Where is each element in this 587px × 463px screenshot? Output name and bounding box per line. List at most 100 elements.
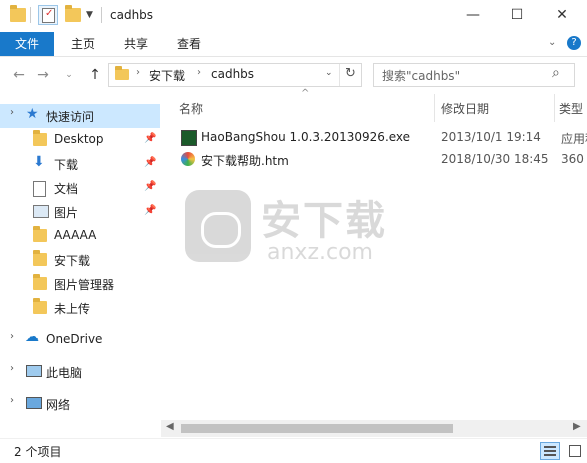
chevron-right-icon: › [197,67,201,78]
back-button[interactable]: ← [10,66,28,84]
nav-item-picture-manager[interactable]: 图片管理器 [0,272,160,296]
file-type: 应用程序 [561,132,587,146]
minimize-button[interactable]: — [451,0,495,30]
ribbon-tabs: 文件 主页 共享 查看 ⌄ ? [0,32,587,57]
forward-button[interactable]: → [34,66,52,84]
folder-icon [33,250,47,266]
nav-label: 未上传 [54,302,91,316]
nav-label: 网络 [46,398,71,412]
breadcrumb-segment[interactable]: cadhbs [211,67,254,81]
search-icon[interactable]: ⌕ [552,65,560,81]
file-date: 2013/10/1 19:14 [441,130,541,144]
nav-network[interactable]: › 网络 [0,392,160,416]
pin-icon[interactable]: 📌 [144,133,156,144]
column-header-name[interactable]: 名称 [179,100,203,117]
column-header-date[interactable]: 修改日期 [441,100,489,117]
divider [30,7,31,23]
divider[interactable] [434,94,435,122]
network-icon [26,397,42,409]
up-button[interactable]: ↑ [86,66,104,84]
file-date: 2018/10/30 18:45 [441,152,549,166]
pictures-icon [33,205,49,218]
nav-item-desktop[interactable]: Desktop 📌 [0,128,160,152]
nav-label: 图片管理器 [54,278,115,292]
ribbon-expand-icon[interactable]: ⌄ [548,37,556,48]
tab-share[interactable]: 共享 [111,32,161,56]
nav-label: 文档 [54,182,79,196]
watermark-text: 安下载 [261,198,387,244]
nav-label: Desktop [54,132,104,146]
pin-icon[interactable]: 📌 [144,181,156,192]
file-name: 安下载帮助.htm [201,154,289,168]
expand-chevron-icon[interactable]: › [10,395,14,406]
nav-this-pc[interactable]: › 此电脑 [0,360,160,384]
tab-home[interactable]: 主页 [58,32,108,56]
address-bar[interactable]: › 安下载 › cadhbs ⌄ ↻ [108,63,362,87]
new-folder-icon[interactable] [65,5,81,22]
chevron-right-icon: › [136,67,140,78]
nav-label: OneDrive [46,332,103,346]
address-dropdown[interactable]: ⌄ [325,68,333,78]
folder-icon [33,298,47,314]
help-button[interactable]: ? [567,36,581,50]
folder-icon [33,226,47,242]
nav-item-documents[interactable]: 文档 📌 [0,176,160,200]
folder-icon [33,274,47,290]
folder-icon [33,130,47,146]
file-row[interactable]: HaoBangShou 1.0.3.20130926.exe 2013/10/1… [177,128,587,148]
close-button[interactable]: ✕ [540,0,584,30]
nav-label: AAAAA [54,228,97,242]
computer-icon [26,365,42,377]
watermark: 安下载 anxz.com [185,184,435,274]
scrollbar-thumb[interactable] [181,424,453,433]
recent-locations-dropdown[interactable]: ⌄ [60,66,78,84]
search-input[interactable]: 搜索"cadhbs" [382,67,460,84]
status-bar: 2 个项目 [0,438,587,463]
navigation-pane: › ★ 快速访问 Desktop 📌 ⬇ 下载 📌 文档 📌 图片 📌 AAAA… [0,94,160,438]
scroll-left-icon[interactable]: ◀ [166,421,174,432]
window-title: cadhbs [110,8,154,22]
nav-label: 下载 [54,158,79,172]
breadcrumb-segment[interactable]: 安下载 [149,67,185,84]
download-arrow-icon: ⬇ [33,154,45,170]
sort-caret-icon: ^ [301,88,310,99]
divider [101,7,102,23]
checklist-icon: ✓ [42,8,55,23]
scroll-right-icon[interactable]: ▶ [573,421,581,432]
document-icon [33,181,46,197]
nav-item-not-uploaded[interactable]: 未上传 [0,296,160,320]
refresh-icon[interactable]: ↻ [345,66,356,81]
file-row[interactable]: 安下载帮助.htm 2018/10/30 18:45 360 [177,150,587,170]
search-box[interactable]: 搜索"cadhbs" ⌕ [373,63,575,87]
column-header-type[interactable]: 类型 [559,100,583,117]
maximize-button[interactable]: ☐ [495,0,539,30]
large-icons-view-button[interactable] [566,442,582,458]
nav-item-pictures[interactable]: 图片 📌 [0,200,160,224]
star-icon: ★ [26,106,39,122]
file-type: 360 [561,152,584,166]
item-count: 2 个项目 [14,445,62,459]
pin-icon[interactable]: 📌 [144,205,156,216]
expand-chevron-icon[interactable]: › [10,331,14,342]
quick-toolbar-dropdown[interactable]: ▼ [86,10,93,20]
expand-chevron-icon[interactable]: › [10,107,14,118]
expand-chevron-icon[interactable]: › [10,363,14,374]
nav-item-downloads[interactable]: ⬇ 下载 📌 [0,152,160,176]
properties-button[interactable]: ✓ [38,5,58,25]
file-name: HaoBangShou 1.0.3.20130926.exe [201,130,411,144]
nav-quick-access[interactable]: › ★ 快速访问 [0,104,160,128]
shield-logo-icon [185,190,251,262]
nav-item-anxiazai[interactable]: 安下载 [0,248,160,272]
exe-icon [181,130,197,146]
pin-icon[interactable]: 📌 [144,157,156,168]
nav-onedrive[interactable]: › ☁ OneDrive [0,328,160,352]
divider[interactable] [554,94,555,122]
watermark-subtext: anxz.com [267,240,373,265]
title-bar: ✓ ▼ cadhbs — ☐ ✕ [0,0,587,32]
folder-icon [115,66,129,80]
details-view-button[interactable] [540,442,560,460]
tab-file[interactable]: 文件 [0,32,54,56]
tab-view[interactable]: 查看 [164,32,214,56]
nav-item-aaaaa[interactable]: AAAAA [0,224,160,248]
folder-icon [10,5,26,22]
